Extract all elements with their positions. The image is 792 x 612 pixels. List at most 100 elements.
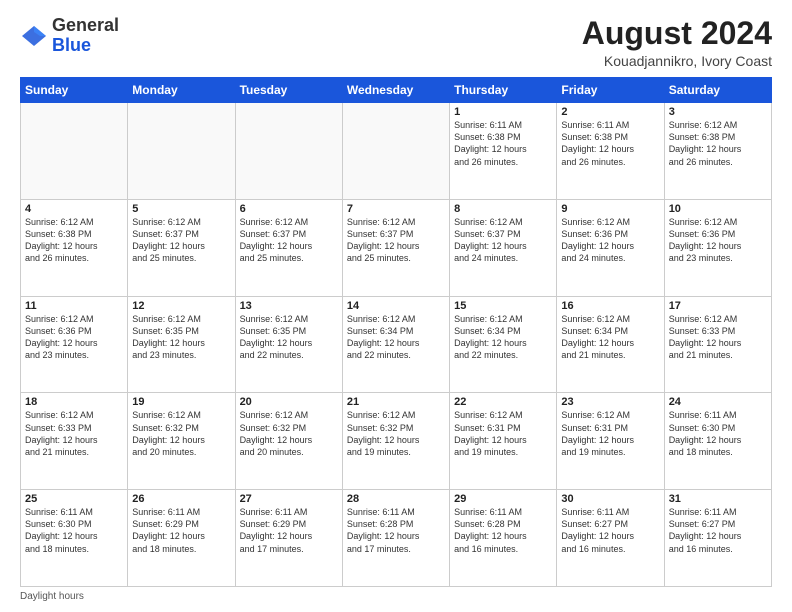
calendar-cell: 5Sunrise: 6:12 AM Sunset: 6:37 PM Daylig… <box>128 199 235 296</box>
day-info: Sunrise: 6:11 AM Sunset: 6:27 PM Dayligh… <box>669 506 767 555</box>
calendar-week-3: 11Sunrise: 6:12 AM Sunset: 6:36 PM Dayli… <box>21 296 772 393</box>
day-number: 23 <box>561 396 659 408</box>
day-number: 17 <box>669 300 767 312</box>
day-number: 26 <box>132 493 230 505</box>
calendar-cell: 30Sunrise: 6:11 AM Sunset: 6:27 PM Dayli… <box>557 490 664 587</box>
day-info: Sunrise: 6:12 AM Sunset: 6:32 PM Dayligh… <box>347 409 445 458</box>
day-info: Sunrise: 6:12 AM Sunset: 6:37 PM Dayligh… <box>240 216 338 265</box>
day-number: 21 <box>347 396 445 408</box>
calendar-cell: 23Sunrise: 6:12 AM Sunset: 6:31 PM Dayli… <box>557 393 664 490</box>
col-header-thursday: Thursday <box>450 78 557 103</box>
day-number: 14 <box>347 300 445 312</box>
calendar-table: SundayMondayTuesdayWednesdayThursdayFrid… <box>20 77 772 587</box>
calendar-cell: 12Sunrise: 6:12 AM Sunset: 6:35 PM Dayli… <box>128 296 235 393</box>
calendar-week-1: 1 Sunrise: 6:11 AM Sunset: 6:38 PM Daylig… <box>21 103 772 200</box>
calendar-cell: 1Sunrise: 6:11 AM Sunset: 6:38 PM Daylig… <box>450 103 557 200</box>
day-number: 9 <box>561 203 659 215</box>
calendar-cell: 3Sunrise: 6:12 AM Sunset: 6:38 PM Daylig… <box>664 103 771 200</box>
calendar-cell: 6Sunrise: 6:12 AM Sunset: 6:37 PM Daylig… <box>235 199 342 296</box>
day-number: 25 <box>25 493 123 505</box>
day-info: Sunrise: 6:12 AM Sunset: 6:31 PM Dayligh… <box>561 409 659 458</box>
day-info: Sunrise: 6:12 AM Sunset: 6:34 PM Dayligh… <box>347 313 445 362</box>
page: General Blue August 2024 Kouadjannikro, … <box>0 0 792 612</box>
calendar-cell: 20Sunrise: 6:12 AM Sunset: 6:32 PM Dayli… <box>235 393 342 490</box>
day-info: Sunrise: 6:12 AM Sunset: 6:34 PM Dayligh… <box>454 313 552 362</box>
day-info: Sunrise: 6:12 AM Sunset: 6:36 PM Dayligh… <box>669 216 767 265</box>
day-number: 10 <box>669 203 767 215</box>
logo-icon <box>20 22 48 50</box>
day-info: Sunrise: 6:12 AM Sunset: 6:35 PM Dayligh… <box>240 313 338 362</box>
day-info: Sunrise: 6:11 AM Sunset: 6:28 PM Dayligh… <box>454 506 552 555</box>
calendar-week-4: 18Sunrise: 6:12 AM Sunset: 6:33 PM Dayli… <box>21 393 772 490</box>
day-info: Sunrise: 6:12 AM Sunset: 6:37 PM Dayligh… <box>132 216 230 265</box>
col-header-monday: Monday <box>128 78 235 103</box>
day-number: 5 <box>132 203 230 215</box>
location: Kouadjannikro, Ivory Coast <box>582 53 772 69</box>
day-info: Sunrise: 6:11 AM Sunset: 6:30 PM Dayligh… <box>25 506 123 555</box>
day-number: 19 <box>132 396 230 408</box>
calendar-cell: 29Sunrise: 6:11 AM Sunset: 6:28 PM Dayli… <box>450 490 557 587</box>
day-info: Sunrise: 6:12 AM Sunset: 6:37 PM Dayligh… <box>454 216 552 265</box>
calendar-cell: 26Sunrise: 6:11 AM Sunset: 6:29 PM Dayli… <box>128 490 235 587</box>
logo: General Blue <box>20 16 119 56</box>
day-number: 22 <box>454 396 552 408</box>
day-number: 1 <box>454 106 552 118</box>
header: General Blue August 2024 Kouadjannikro, … <box>20 16 772 69</box>
day-info: Sunrise: 6:12 AM Sunset: 6:33 PM Dayligh… <box>25 409 123 458</box>
day-info: Sunrise: 6:12 AM Sunset: 6:32 PM Dayligh… <box>132 409 230 458</box>
day-info: Sunrise: 6:12 AM Sunset: 6:33 PM Dayligh… <box>669 313 767 362</box>
day-number: 28 <box>347 493 445 505</box>
calendar-cell: 15Sunrise: 6:12 AM Sunset: 6:34 PM Dayli… <box>450 296 557 393</box>
calendar-cell: 17Sunrise: 6:12 AM Sunset: 6:33 PM Dayli… <box>664 296 771 393</box>
day-number: 7 <box>347 203 445 215</box>
day-number: 16 <box>561 300 659 312</box>
calendar-cell: 22Sunrise: 6:12 AM Sunset: 6:31 PM Dayli… <box>450 393 557 490</box>
calendar-cell <box>128 103 235 200</box>
calendar-cell: 8Sunrise: 6:12 AM Sunset: 6:37 PM Daylig… <box>450 199 557 296</box>
day-info: Sunrise: 6:12 AM Sunset: 6:32 PM Dayligh… <box>240 409 338 458</box>
day-number: 27 <box>240 493 338 505</box>
col-header-saturday: Saturday <box>664 78 771 103</box>
day-info: Sunrise: 6:12 AM Sunset: 6:38 PM Dayligh… <box>669 119 767 168</box>
calendar-cell: 21Sunrise: 6:12 AM Sunset: 6:32 PM Dayli… <box>342 393 449 490</box>
day-number: 29 <box>454 493 552 505</box>
day-number: 13 <box>240 300 338 312</box>
day-number: 31 <box>669 493 767 505</box>
calendar-cell: 14Sunrise: 6:12 AM Sunset: 6:34 PM Dayli… <box>342 296 449 393</box>
calendar-cell: 31Sunrise: 6:11 AM Sunset: 6:27 PM Dayli… <box>664 490 771 587</box>
calendar-cell: 24Sunrise: 6:11 AM Sunset: 6:30 PM Dayli… <box>664 393 771 490</box>
title-block: August 2024 Kouadjannikro, Ivory Coast <box>582 16 772 69</box>
day-number: 30 <box>561 493 659 505</box>
calendar-cell: 4Sunrise: 6:12 AM Sunset: 6:38 PM Daylig… <box>21 199 128 296</box>
day-info: Sunrise: 6:11 AM Sunset: 6:29 PM Dayligh… <box>132 506 230 555</box>
calendar-cell <box>21 103 128 200</box>
day-info: Sunrise: 6:12 AM Sunset: 6:38 PM Dayligh… <box>25 216 123 265</box>
day-number: 18 <box>25 396 123 408</box>
day-number: 24 <box>669 396 767 408</box>
calendar-cell: 7Sunrise: 6:12 AM Sunset: 6:37 PM Daylig… <box>342 199 449 296</box>
day-info: Sunrise: 6:12 AM Sunset: 6:34 PM Dayligh… <box>561 313 659 362</box>
calendar-cell: 19Sunrise: 6:12 AM Sunset: 6:32 PM Dayli… <box>128 393 235 490</box>
calendar-week-5: 25Sunrise: 6:11 AM Sunset: 6:30 PM Dayli… <box>21 490 772 587</box>
calendar-cell: 13Sunrise: 6:12 AM Sunset: 6:35 PM Dayli… <box>235 296 342 393</box>
calendar-cell: 2Sunrise: 6:11 AM Sunset: 6:38 PM Daylig… <box>557 103 664 200</box>
calendar-cell: 9Sunrise: 6:12 AM Sunset: 6:36 PM Daylig… <box>557 199 664 296</box>
col-header-wednesday: Wednesday <box>342 78 449 103</box>
day-info: Sunrise: 6:12 AM Sunset: 6:35 PM Dayligh… <box>132 313 230 362</box>
calendar-cell <box>342 103 449 200</box>
day-number: 6 <box>240 203 338 215</box>
day-info: Sunrise: 6:12 AM Sunset: 6:36 PM Dayligh… <box>561 216 659 265</box>
day-number: 11 <box>25 300 123 312</box>
day-info: Sunrise: 6:12 AM Sunset: 6:36 PM Dayligh… <box>25 313 123 362</box>
day-number: 12 <box>132 300 230 312</box>
day-number: 20 <box>240 396 338 408</box>
calendar-cell <box>235 103 342 200</box>
footer-note: Daylight hours <box>20 591 772 602</box>
day-number: 8 <box>454 203 552 215</box>
day-info: Sunrise: 6:11 AM Sunset: 6:38 PM Dayligh… <box>561 119 659 168</box>
calendar-cell: 18Sunrise: 6:12 AM Sunset: 6:33 PM Dayli… <box>21 393 128 490</box>
day-info: Sunrise: 6:11 AM Sunset: 6:30 PM Dayligh… <box>669 409 767 458</box>
calendar-cell: 27Sunrise: 6:11 AM Sunset: 6:29 PM Dayli… <box>235 490 342 587</box>
day-number: 4 <box>25 203 123 215</box>
day-number: 15 <box>454 300 552 312</box>
